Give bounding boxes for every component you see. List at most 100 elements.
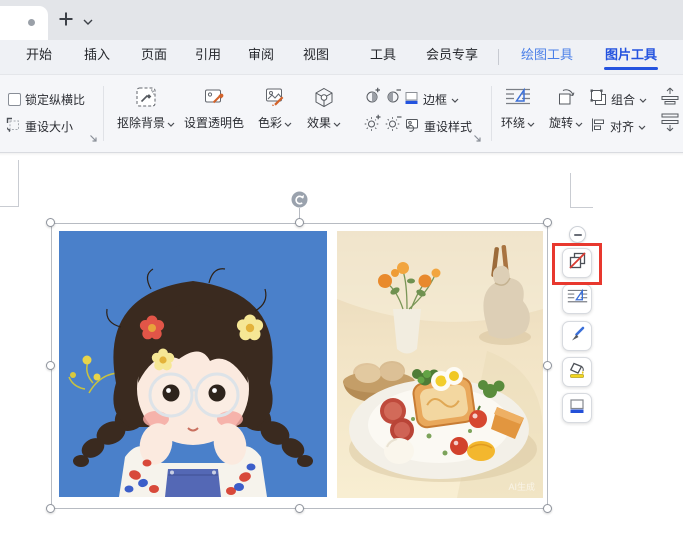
tab-reference[interactable]: 引用 xyxy=(195,40,221,70)
wrap-layout-button[interactable] xyxy=(562,284,592,314)
tab-drawing-tools[interactable]: 绘图工具 xyxy=(521,40,573,70)
wrap-text-icon xyxy=(505,84,531,109)
lock-aspect-ratio-toggle[interactable]: 锁定纵横比 xyxy=(8,87,85,111)
tab-tools[interactable]: 工具 xyxy=(370,40,396,70)
tab-list-button[interactable] xyxy=(81,15,95,27)
dialog-launcher-icon[interactable] xyxy=(472,133,483,144)
reset-size-label: 重设大小 xyxy=(25,119,74,134)
square-blue-bottom-icon xyxy=(568,397,586,420)
set-transparent-color-label: 设置透明色 xyxy=(183,116,244,130)
resize-handle-middle-right[interactable] xyxy=(543,361,552,370)
resize-icon xyxy=(6,117,21,135)
tab-page[interactable]: 页面 xyxy=(141,40,167,70)
resize-handle-bottom-middle[interactable] xyxy=(295,504,304,513)
group-objects-icon xyxy=(590,89,607,109)
lock-aspect-ratio-label: 锁定纵横比 xyxy=(25,92,86,107)
chevron-down-icon xyxy=(575,116,583,130)
page-margin-mark-left xyxy=(0,160,19,207)
new-tab-button[interactable] xyxy=(55,10,77,32)
brush-icon xyxy=(568,325,586,348)
dialog-launcher-icon[interactable] xyxy=(88,133,99,144)
chevron-down-icon xyxy=(284,116,292,130)
contrast-plus-icon xyxy=(364,87,381,107)
increase-brightness-button[interactable] xyxy=(362,114,382,134)
chevron-down-icon xyxy=(638,119,646,133)
reset-style-label: 重设样式 xyxy=(424,119,473,134)
paint-bucket-icon xyxy=(568,361,586,384)
resize-handle-bottom-left[interactable] xyxy=(46,504,55,513)
minus-icon xyxy=(573,233,582,236)
group-button[interactable]: 组合 xyxy=(590,87,647,111)
remove-background-button[interactable]: 抠除背景 xyxy=(114,81,178,145)
wrap-text-icon xyxy=(567,288,588,310)
style-brush-button[interactable] xyxy=(562,321,592,351)
rotation-handle[interactable] xyxy=(291,191,308,208)
document-canvas[interactable]: AI生成 xyxy=(0,153,683,541)
brightness-minus-icon xyxy=(385,114,402,134)
tab-view[interactable]: 视图 xyxy=(303,40,329,70)
ribbon-group-divider xyxy=(491,86,492,141)
selected-image-breakfast[interactable]: AI生成 xyxy=(337,231,543,498)
arrow-down-layer-icon xyxy=(659,113,681,135)
tab-member[interactable]: 会员专享 xyxy=(426,40,478,70)
document-tab[interactable] xyxy=(0,6,48,40)
resize-handle-top-middle[interactable] xyxy=(295,218,304,227)
wrap-label: 环绕 xyxy=(500,116,525,130)
send-backward-button[interactable] xyxy=(657,113,683,135)
effects-label: 效果 xyxy=(306,116,331,130)
arrow-up-layer-icon xyxy=(659,87,681,108)
resize-handle-top-right[interactable] xyxy=(543,218,552,227)
rotate-label: 旋转 xyxy=(548,116,573,130)
transparent-color-picker-icon xyxy=(203,84,225,109)
reset-style-button[interactable]: 重设样式 xyxy=(404,114,472,138)
tab-insert[interactable]: 插入 xyxy=(84,40,110,70)
picture-color-icon xyxy=(264,84,286,109)
decrease-contrast-button[interactable] xyxy=(383,87,403,107)
increase-contrast-button[interactable] xyxy=(362,87,382,107)
reset-picture-icon xyxy=(404,117,420,136)
align-button[interactable]: 对齐 xyxy=(590,114,646,138)
rotate-icon xyxy=(556,84,577,109)
effects-button[interactable]: 效果 xyxy=(300,81,348,145)
resize-handle-bottom-right[interactable] xyxy=(543,504,552,513)
border-style-button[interactable] xyxy=(562,393,592,423)
group-label: 组合 xyxy=(611,92,636,107)
chevron-down-icon xyxy=(527,116,535,130)
decrease-brightness-button[interactable] xyxy=(383,114,403,134)
chevron-down-icon xyxy=(167,116,175,130)
brightness-plus-icon xyxy=(364,114,381,134)
wrap-text-button[interactable]: 环绕 xyxy=(494,81,542,145)
chevron-down-icon xyxy=(451,92,459,106)
color-label: 色彩 xyxy=(257,116,282,130)
fill-color-button[interactable] xyxy=(562,357,592,387)
bring-forward-button[interactable] xyxy=(657,87,683,107)
tab-divider xyxy=(498,49,499,65)
magic-wand-icon xyxy=(135,84,157,109)
contrast-minus-icon xyxy=(385,87,402,107)
page-margin-mark-right xyxy=(570,173,593,208)
resize-handle-top-left[interactable] xyxy=(46,218,55,227)
set-transparent-color-button[interactable]: 设置透明色 xyxy=(181,81,247,145)
tab-home[interactable]: 开始 xyxy=(26,40,52,70)
border-button[interactable]: 边框 xyxy=(404,87,459,111)
rotate-button[interactable]: 旋转 xyxy=(542,81,590,145)
collapse-toolbar-button[interactable] xyxy=(569,226,586,243)
chevron-down-icon xyxy=(333,116,341,130)
remove-background-label: 抠除背景 xyxy=(116,116,165,130)
selected-image-girl[interactable] xyxy=(59,231,327,497)
align-objects-icon xyxy=(590,117,606,136)
tab-review[interactable]: 审阅 xyxy=(248,40,274,70)
ai-watermark: AI生成 xyxy=(508,481,535,492)
color-button[interactable]: 色彩 xyxy=(250,81,300,145)
ribbon: 锁定纵横比 重设大小 抠除背景 设置透明色 色彩 效果 边框 重设样式 环绕 旋… xyxy=(0,75,683,153)
tab-picture-tools[interactable]: 图片工具 xyxy=(605,40,657,70)
resize-handle-middle-left[interactable] xyxy=(46,361,55,370)
highlight-annotation xyxy=(552,243,602,285)
checkbox-icon[interactable] xyxy=(8,92,21,106)
border-label: 边框 xyxy=(423,92,448,107)
unsaved-dot-icon xyxy=(28,19,35,26)
plus-icon xyxy=(58,11,74,32)
reset-size-button[interactable]: 重设大小 xyxy=(6,114,73,138)
active-tab-underline xyxy=(604,67,658,70)
window-tabbar xyxy=(0,0,683,40)
